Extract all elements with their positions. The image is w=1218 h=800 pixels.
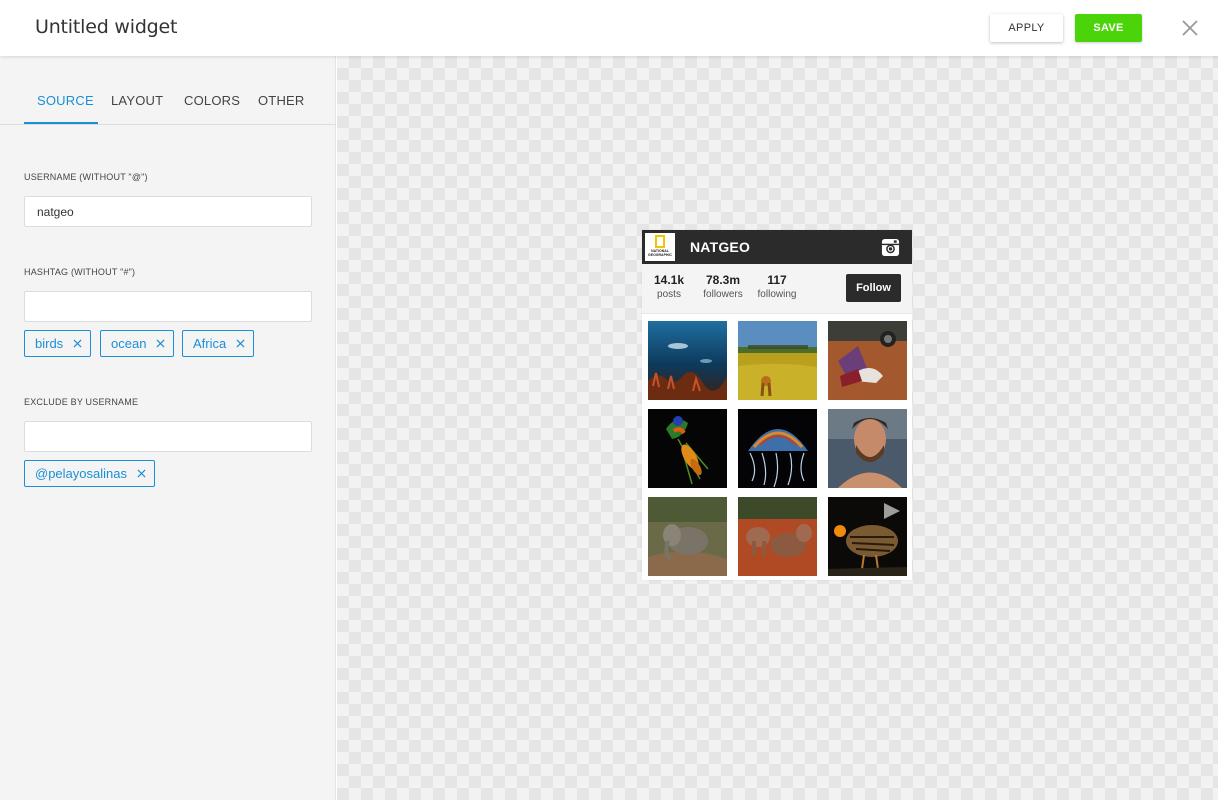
instagram-widget: NATIONAL GEOGRAPHIC NATGEO 14.1k posts 7… bbox=[642, 230, 912, 580]
stat-value: 14.1k bbox=[653, 273, 685, 287]
remove-chip-icon[interactable] bbox=[156, 339, 165, 348]
stat-following: 117 following bbox=[754, 273, 800, 300]
tab-layout[interactable]: LAYOUT bbox=[111, 93, 163, 108]
stat-followers: 78.3m followers bbox=[698, 273, 748, 300]
hashtag-chip[interactable]: birds bbox=[24, 330, 92, 357]
username-input[interactable] bbox=[24, 196, 312, 227]
photo-bearded-man[interactable] bbox=[828, 409, 907, 488]
tab-other[interactable]: OTHER bbox=[258, 93, 305, 108]
tab-bar: SOURCE LAYOUT COLORS OTHER bbox=[0, 56, 336, 125]
photo-elephants-group[interactable] bbox=[738, 497, 817, 576]
remove-chip-icon[interactable] bbox=[137, 469, 146, 478]
widget-header: NATIONAL GEOGRAPHIC NATGEO bbox=[642, 230, 912, 264]
account-name[interactable]: NATGEO bbox=[690, 239, 750, 255]
tab-colors[interactable]: COLORS bbox=[184, 93, 240, 108]
save-button[interactable]: SAVE bbox=[1075, 14, 1142, 42]
exclude-username-input[interactable] bbox=[24, 421, 312, 452]
instagram-icon[interactable] bbox=[881, 238, 900, 257]
photo-lorikeet-bird[interactable] bbox=[648, 409, 727, 488]
active-tab-indicator bbox=[24, 122, 98, 124]
hashtag-chip[interactable]: Africa bbox=[182, 330, 255, 357]
stat-label: following bbox=[757, 289, 797, 300]
stat-value: 117 bbox=[767, 273, 787, 287]
stat-label: followers bbox=[703, 289, 743, 300]
widget-preview-area: NATIONAL GEOGRAPHIC NATGEO 14.1k posts 7… bbox=[337, 56, 1218, 800]
photo-underwater-diver[interactable] bbox=[648, 321, 727, 400]
natgeo-logo[interactable]: NATIONAL GEOGRAPHIC bbox=[645, 233, 675, 261]
username-label: USERNAME (WITHOUT "@") bbox=[24, 172, 148, 182]
widget-title[interactable]: Untitled widget bbox=[35, 16, 177, 38]
photo-jellyfish[interactable] bbox=[738, 409, 817, 488]
remove-chip-icon[interactable] bbox=[236, 339, 245, 348]
hashtag-chips: birds ocean Africa bbox=[24, 330, 324, 357]
tab-source[interactable]: SOURCE bbox=[37, 93, 94, 108]
photo-savanna-lion[interactable] bbox=[738, 321, 817, 400]
close-icon[interactable] bbox=[1180, 18, 1200, 38]
top-bar: Untitled widget APPLY SAVE bbox=[0, 0, 1218, 56]
chip-label: ocean bbox=[111, 336, 147, 351]
hashtag-label: HASHTAG (WITHOUT "#") bbox=[24, 267, 136, 277]
settings-sidebar: SOURCE LAYOUT COLORS OTHER USERNAME (WIT… bbox=[0, 56, 336, 800]
chip-label: birds bbox=[35, 336, 64, 351]
chip-label: Africa bbox=[193, 336, 227, 351]
stat-label: posts bbox=[657, 289, 681, 300]
logo-text: NATIONAL GEOGRAPHIC bbox=[648, 249, 672, 257]
chip-label: @pelayosalinas bbox=[35, 466, 127, 481]
excluded-user-chip[interactable]: @pelayosalinas bbox=[24, 460, 155, 487]
hashtag-chip[interactable]: ocean bbox=[100, 330, 175, 357]
apply-button[interactable]: APPLY bbox=[990, 14, 1063, 42]
profile-stats: 14.1k posts 78.3m followers 117 followin… bbox=[642, 264, 912, 314]
stat-posts: 14.1k posts bbox=[650, 273, 688, 300]
excluded-chips: @pelayosalinas bbox=[24, 460, 324, 487]
stat-value: 78.3m bbox=[705, 273, 741, 287]
photo-elephant-calf[interactable] bbox=[648, 497, 727, 576]
photo-prairie-chicken-video[interactable] bbox=[828, 497, 907, 576]
exclude-label: EXCLUDE BY USERNAME bbox=[24, 397, 139, 407]
remove-chip-icon[interactable] bbox=[73, 339, 82, 348]
hashtag-input[interactable] bbox=[24, 291, 312, 322]
photo-woman-sleeping[interactable] bbox=[828, 321, 907, 400]
follow-button[interactable]: Follow bbox=[846, 274, 901, 302]
